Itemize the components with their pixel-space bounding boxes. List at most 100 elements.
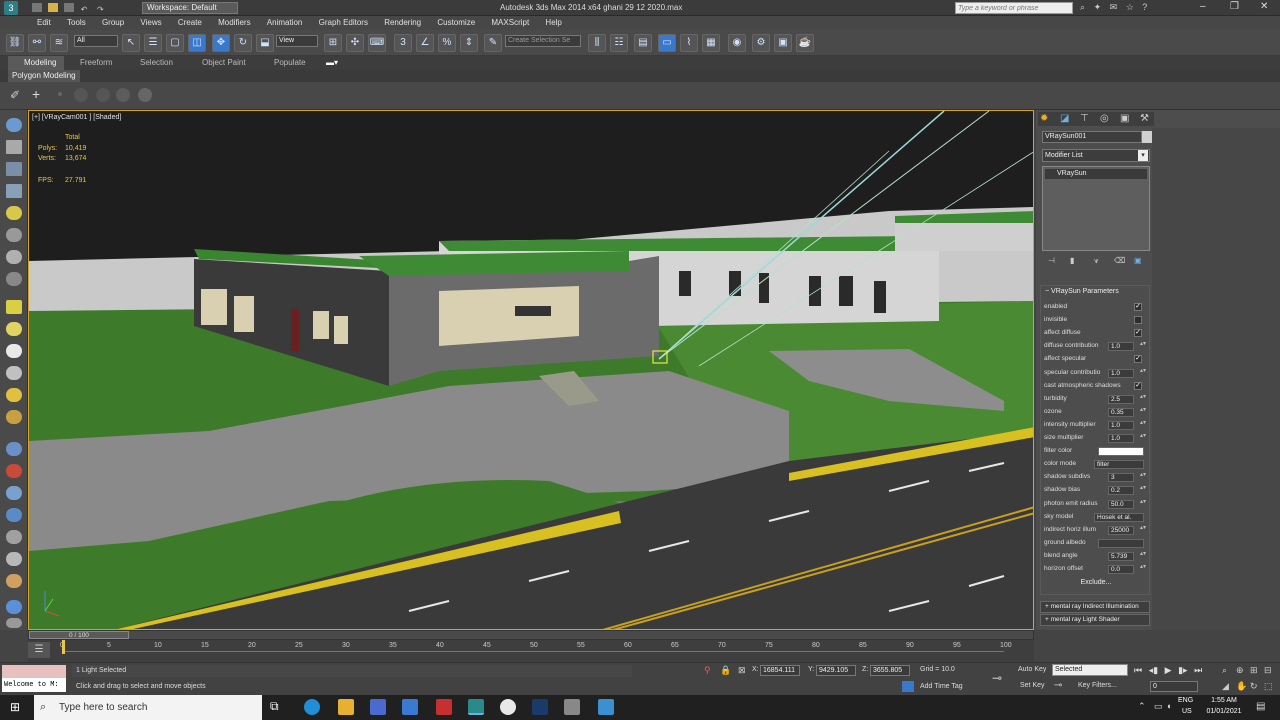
plus-icon[interactable]: + [32,86,46,102]
param-color-swatch[interactable] [1098,538,1144,548]
modify-tab-icon[interactable]: ◪ [1060,113,1069,124]
select-by-name-icon[interactable]: ☰ [144,34,162,52]
spinner-snap-icon[interactable]: ⇕ [460,34,478,52]
favorites-icon[interactable]: ☆ [1126,2,1134,12]
modifier-stack[interactable]: VRaySun [1042,166,1150,251]
spinner-arrows-icon[interactable]: ▴▾ [1140,420,1146,430]
menu-graph-editors[interactable]: Graph Editors [312,16,375,30]
sculpt-icon[interactable] [6,530,22,544]
key-icon[interactable]: ⊸ [992,671,1002,685]
z-coordinate-field[interactable]: 3655.805 [870,665,910,676]
task-view-icon[interactable]: ⧉ [270,699,286,715]
maxscript-listener[interactable]: Welcome to M: [2,678,66,692]
paint-icon[interactable] [6,442,22,456]
display-tab-icon[interactable]: ▣ [1120,113,1129,124]
key-filters-button[interactable]: Key Filters... [1078,682,1117,689]
volume-icon[interactable]: ◖ [1166,701,1171,711]
param-spinner-field[interactable]: 0.2 [1108,486,1134,496]
graphite-modeling-tools-icon[interactable]: ▭ [658,34,676,52]
orbit-icon[interactable]: ↻ [1250,681,1258,692]
sun-icon[interactable] [6,388,22,402]
play-icon[interactable]: ▶ [1165,665,1172,675]
pivot-center-icon[interactable]: ⊞ [324,34,342,52]
unlink-icon[interactable]: ⚯ [28,34,46,52]
communication-icon[interactable]: ✉ [1110,2,1118,12]
clock-date[interactable]: 01/01/2021 [1200,708,1248,715]
modifier-list-dropdown[interactable]: Modifier List ▾ [1042,149,1150,162]
acrobat-icon[interactable] [436,699,452,715]
percent-snap-icon[interactable]: % [438,34,456,52]
align-icon[interactable]: ☷ [610,34,628,52]
auto-key-button[interactable]: Auto Key [1018,666,1046,673]
make-unique-icon[interactable]: ⩛ [1094,256,1099,266]
param-checkbox[interactable]: ✓ [1134,303,1142,311]
undo-icon[interactable]: ↶ [81,5,91,14]
menu-modifiers[interactable]: Modifiers [211,16,257,30]
param-dropdown[interactable]: Hosek et al. [1094,512,1144,522]
menu-maxscript[interactable]: MAXScript [484,16,536,30]
menu-rendering[interactable]: Rendering [377,16,428,30]
spinner-arrows-icon[interactable]: ▴▾ [1140,472,1146,482]
menu-create[interactable]: Create [171,16,209,30]
tab-modeling[interactable]: Modeling [8,56,64,70]
system-tray-chevron-icon[interactable]: ⌃ [1138,701,1146,712]
open-icon[interactable] [48,3,59,12]
param-spinner-field[interactable]: 1.0 [1108,342,1134,352]
next-frame-icon[interactable]: ▮▸ [1178,665,1187,675]
menu-tools[interactable]: Tools [60,16,93,30]
motion-tab-icon[interactable]: ◎ [1100,113,1109,124]
helper-icon[interactable] [6,272,22,286]
3ds-max-taskbar-icon[interactable] [468,699,484,715]
rollout-title[interactable]: − VRaySun Parameters [1041,286,1149,298]
menu-animation[interactable]: Animation [260,16,310,30]
tab-object-paint[interactable]: Object Paint [202,56,246,70]
reference-coordinate-dropdown[interactable]: View [276,35,318,47]
set-key-button[interactable]: Set Key [1020,682,1045,689]
menu-group[interactable]: Group [95,16,131,30]
set-key-icon[interactable]: ⊸ [1054,680,1062,691]
box-icon[interactable] [6,140,22,154]
pan-icon[interactable]: ✋ [1236,681,1247,692]
zoom-extents-all-icon[interactable]: ⊟ [1264,665,1272,676]
select-manipulate-icon[interactable]: ✣ [346,34,364,52]
menu-customize[interactable]: Customize [430,16,482,30]
curve-editor-icon[interactable]: ⌇ [680,34,698,52]
object-name-field[interactable]: VRaySun001 [1042,131,1142,143]
render-icon[interactable] [6,600,22,614]
x-coordinate-field[interactable]: 16854.111 [760,665,800,676]
tab-selection[interactable]: Selection [140,56,173,70]
cone-icon[interactable] [6,322,22,336]
previous-frame-icon[interactable]: ◂▮ [1149,665,1158,675]
create-tab-icon[interactable]: ✹ [1040,113,1048,124]
mini-curve-editor-icon[interactable]: ☰ [28,642,50,658]
zoom-icon[interactable]: ⌕ [1222,665,1227,676]
chrome-icon[interactable] [500,699,516,715]
select-object-icon[interactable]: ↖ [122,34,140,52]
trackbar[interactable]: 0510152025303540455055606570758085909510… [60,642,1012,652]
plane-icon[interactable] [6,300,22,314]
grid-icon[interactable] [6,184,22,198]
search-input[interactable] [955,2,1073,14]
globe-icon[interactable] [6,508,22,522]
field-of-view-icon[interactable]: ◢ [1222,681,1229,692]
geosphere-icon[interactable] [6,366,22,380]
mental-ray-light-shader-rollout[interactable]: + mental ray Light Shader [1040,614,1150,626]
photoshop-icon[interactable] [532,699,548,715]
network-icon[interactable]: ▭ [1154,701,1163,712]
time-slider[interactable]: 0 / 100 [29,631,129,639]
configure-modifier-sets-icon[interactable]: ▣ [1134,256,1142,265]
spinner-arrows-icon[interactable]: ▴▾ [1140,341,1146,351]
param-checkbox[interactable] [1134,316,1142,325]
layer-manager-icon[interactable]: ▤ [634,34,652,52]
absolute-mode-icon[interactable]: ⊠ [738,665,746,676]
layer-icon[interactable] [6,162,22,176]
workspace-dropdown[interactable]: Workspace: Default [142,2,238,14]
menu-help[interactable]: Help [538,16,568,30]
object-color-swatch[interactable] [1142,131,1152,143]
mail-icon[interactable] [402,699,418,715]
render-setup-icon[interactable]: ⚙ [752,34,770,52]
file-explorer-icon[interactable] [338,699,354,715]
settings-icon[interactable] [6,618,22,628]
language-indicator[interactable]: ENG [1178,697,1193,704]
menu-edit[interactable]: Edit [30,16,58,30]
